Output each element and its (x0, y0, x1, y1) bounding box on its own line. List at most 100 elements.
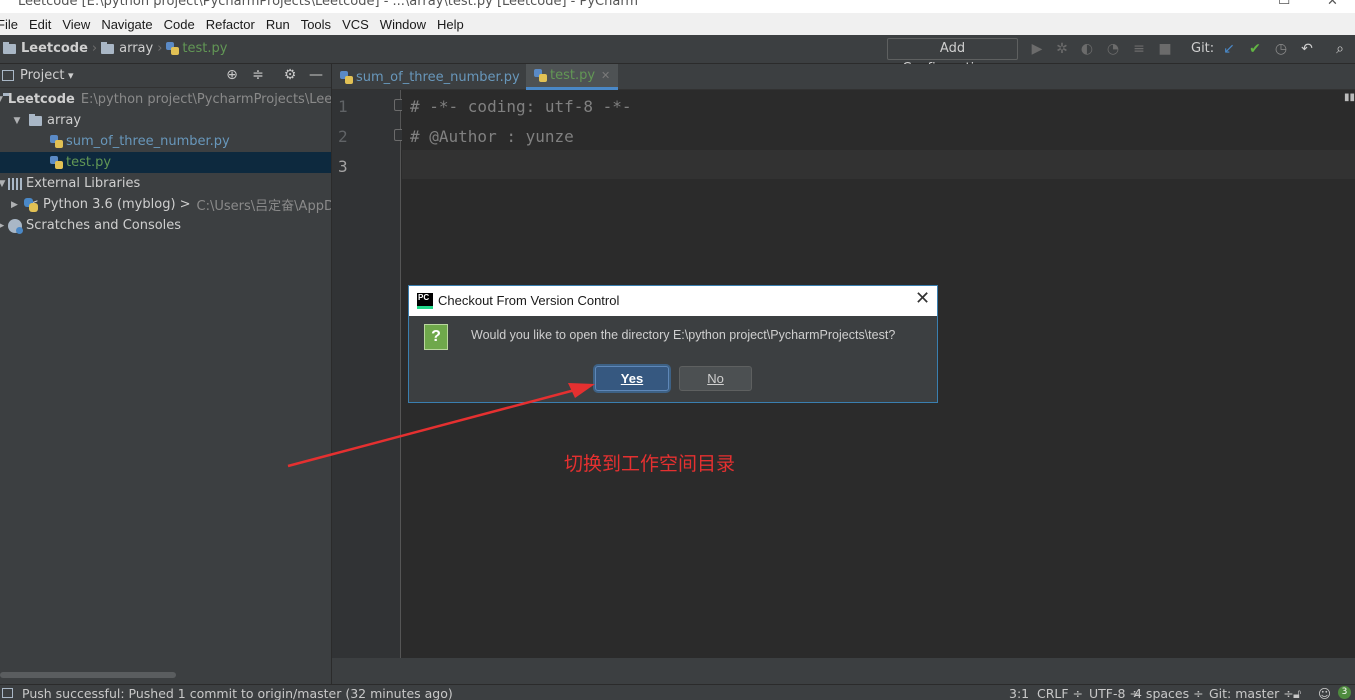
close-tab-icon[interactable]: ✕ (601, 69, 610, 82)
tree-item-leetcode[interactable]: ▼ Leetcode E:\python project\PycharmProj… (0, 89, 331, 110)
gear-icon[interactable]: ⚙ (282, 67, 298, 83)
annotation-text: 切换到工作空间目录 (564, 453, 736, 475)
inspector-icon[interactable]: ☺ (1318, 686, 1331, 700)
breadcrumb-folder[interactable]: array (119, 41, 153, 56)
folder-icon (3, 41, 16, 54)
close-icon[interactable]: ✕ (915, 290, 930, 308)
pycharm-logo-icon: PC (417, 293, 433, 309)
menu-view[interactable]: View (62, 17, 90, 32)
python-file-icon (50, 135, 63, 148)
tree-label: Scratches and Consoles (26, 218, 182, 233)
tab-sum-of-three-number[interactable]: sum_of_three_number.py ✕ (332, 64, 543, 90)
project-tree: ▼ Leetcode E:\python project\PycharmProj… (0, 88, 331, 660)
git-update-icon[interactable]: ↙ (1220, 40, 1238, 58)
menu-window[interactable]: Window (380, 17, 426, 32)
code-line-1[interactable]: # -*- coding: utf-8 -*- (410, 97, 632, 116)
line-separator-selector[interactable]: CRLF ÷ (1037, 686, 1083, 700)
stop-icon[interactable]: ■ (1156, 40, 1174, 58)
hide-panel-icon[interactable]: — (308, 67, 324, 83)
code-line-2[interactable]: # @Author : yunze (410, 127, 574, 146)
status-message[interactable]: Push successful: Pushed 1 commit to orig… (22, 686, 453, 700)
caret-position[interactable]: 3:1 (1009, 686, 1029, 700)
annotation-arrow (287, 383, 595, 468)
tree-label: test.py (66, 155, 112, 170)
run-icon[interactable]: ▶ (1028, 40, 1046, 58)
tree-item-sum-of-three-number[interactable]: sum_of_three_number.py (0, 131, 331, 152)
toggle-toolwindows-icon[interactable] (2, 688, 13, 698)
git-commit-icon[interactable]: ✔ (1246, 40, 1264, 58)
coverage-icon[interactable]: ◐ (1078, 40, 1096, 58)
expand-arrow-icon[interactable]: ▼ (0, 179, 8, 189)
library-icon (8, 177, 22, 190)
python-file-icon (534, 69, 547, 82)
dialog-title-bar: PC Checkout From Version Control ✕ (409, 286, 937, 316)
python-file-icon (50, 156, 63, 169)
tree-item-scratches[interactable]: ▸ Scratches and Consoles (0, 215, 331, 236)
indent-selector[interactable]: 4 spaces ÷ (1134, 686, 1204, 700)
editor-marker-icon: ▮▮ (1344, 92, 1355, 103)
expand-arrow-icon[interactable]: ▶ (11, 200, 18, 210)
dialog-message: Would you like to open the directory E:\… (471, 328, 896, 342)
debug-icon[interactable]: ✲ (1053, 40, 1071, 58)
git-label: Git: (1191, 41, 1215, 56)
tab-label: sum_of_three_number.py (356, 69, 520, 85)
menu-run[interactable]: Run (266, 17, 290, 32)
tree-item-external-libraries[interactable]: ▼ External Libraries (0, 173, 331, 194)
locate-file-icon[interactable]: ⊕ (224, 67, 240, 83)
no-button-label: No (707, 371, 724, 386)
breadcrumb-file[interactable]: test.py (182, 41, 227, 56)
yes-button[interactable]: Yes (595, 366, 669, 391)
expand-arrow-icon[interactable]: ▼ (11, 116, 23, 126)
tab-test-py[interactable]: test.py ✕ (526, 64, 619, 90)
folder-icon (29, 113, 42, 126)
concurrency-icon[interactable]: ≡ (1130, 40, 1148, 58)
search-icon[interactable]: ⌕ (1331, 40, 1349, 58)
scratches-icon (8, 218, 23, 234)
add-configuration-button[interactable]: Add Configuration... (887, 38, 1018, 76)
lock-icon[interactable]: 🔓︎ (1293, 686, 1301, 700)
line-number: 3 (338, 157, 348, 176)
menu-file[interactable]: File (0, 17, 18, 32)
horizontal-scrollbar[interactable] (0, 672, 176, 678)
menu-help[interactable]: Help (437, 17, 464, 32)
history-icon[interactable]: ◷ (1272, 40, 1290, 58)
line-number: 1 (338, 97, 348, 116)
project-window-icon (2, 70, 14, 81)
python-file-icon (340, 70, 353, 84)
expand-arrow-icon[interactable]: ▼ (0, 95, 3, 105)
status-bar: Push successful: Pushed 1 commit to orig… (0, 684, 1355, 700)
project-view-selector[interactable]: Project (20, 68, 74, 83)
git-branch-selector[interactable]: Git: master ÷ (1209, 686, 1294, 700)
project-toolwindow-header: Project ⊕ ≑ ⚙ — (0, 64, 331, 88)
tree-item-test-py[interactable]: test.py (0, 152, 331, 173)
menu-tools[interactable]: Tools (301, 17, 331, 32)
menu-navigate[interactable]: Navigate (101, 17, 152, 32)
profile-icon[interactable]: ◔ (1104, 40, 1122, 58)
editor-bottom-panel (332, 658, 1355, 684)
dialog-title: Checkout From Version Control (438, 293, 620, 308)
chevron-right-icon: › (157, 41, 163, 56)
menu-refactor[interactable]: Refactor (206, 17, 255, 32)
menu-code[interactable]: Code (164, 17, 195, 32)
close-window-icon[interactable]: ✕ (1327, 0, 1338, 9)
collapse-all-icon[interactable]: ≑ (250, 67, 266, 83)
window-title: Leetcode [E:\python project\PycharmProje… (18, 0, 639, 9)
breadcrumb-project[interactable]: Leetcode (21, 41, 88, 56)
restore-window-icon[interactable]: ▭ (1278, 0, 1290, 9)
tree-label: array (47, 113, 82, 128)
tree-item-array[interactable]: ▼ array (0, 110, 331, 131)
expand-arrow-icon[interactable]: ▸ (0, 221, 8, 231)
tree-label: External Libraries (26, 176, 141, 191)
menu-vcs[interactable]: VCS (342, 17, 369, 32)
no-button[interactable]: No (679, 366, 752, 391)
revert-icon[interactable]: ↶ (1298, 40, 1316, 58)
notifications-badge[interactable]: 3 (1338, 686, 1351, 699)
python-file-icon (166, 42, 180, 55)
window-title-bar: Leetcode [E:\python project\PycharmProje… (0, 0, 1355, 13)
tree-item-python-interpreter[interactable]: ▶ < Python 3.6 (myblog) > C:\Users\吕定奋\A… (0, 194, 331, 215)
editor-tabs: sum_of_three_number.py ✕ test.py ✕ (332, 64, 1355, 90)
encoding-selector[interactable]: UTF-8 ÷ (1089, 686, 1140, 700)
tree-hint: E:\python project\PycharmProjects\Leetco… (80, 92, 331, 107)
breadcrumb: Leetcode › array › test.py (3, 41, 227, 56)
menu-edit[interactable]: Edit (29, 17, 51, 32)
